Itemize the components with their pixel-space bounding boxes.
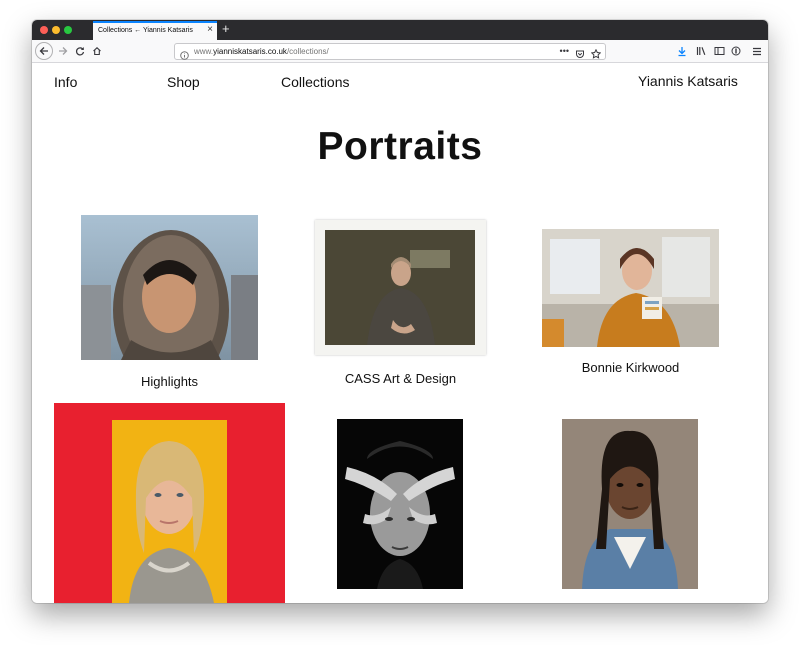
nav-link-shop[interactable]: Shop [167,74,200,90]
collection-caption-highlights[interactable]: Highlights [81,374,258,389]
close-window-button[interactable] [40,26,48,34]
back-arrow-icon[interactable] [35,42,53,60]
new-tab-icon[interactable]: + [222,22,230,36]
url-text: www.yianniskatsaris.co.uk/collections/ [194,47,329,56]
library-icon[interactable] [694,42,708,60]
maximize-window-button[interactable] [64,26,72,34]
collection-photo-highlights[interactable] [81,215,258,360]
bookmark-star-icon[interactable] [590,46,602,64]
minimize-window-button[interactable] [52,26,60,34]
collection-photo-bonnie-kirkwood[interactable] [542,229,719,347]
close-tab-icon[interactable]: × [207,25,213,35]
page-actions-icon[interactable]: ••• [560,46,569,64]
collection-caption-cass-art-design[interactable]: CASS Art & Design [315,371,486,386]
navigation-toolbar: www.yianniskatsaris.co.uk/collections/ •… [32,40,768,63]
tab-title: Collections ← Yiannis Katsaris [98,27,193,34]
forward-arrow-icon[interactable] [56,42,70,60]
url-path: /collections/ [286,47,329,56]
site-brand-link[interactable]: Yiannis Katsaris [638,73,738,89]
page-title: Portraits [317,125,483,168]
collection-caption-bonnie-kirkwood[interactable]: Bonnie Kirkwood [542,360,719,375]
url-prefix: www. [194,47,214,56]
browser-window: Collections ← Yiannis Katsaris × + www.y… [32,20,768,603]
pocket-icon[interactable] [575,46,585,64]
home-icon[interactable] [90,42,104,60]
address-bar[interactable]: www.yianniskatsaris.co.uk/collections/ •… [174,43,606,60]
nav-link-collections[interactable]: Collections [281,74,349,90]
tab-bar: Collections ← Yiannis Katsaris × + [32,20,768,40]
collection-photo-4[interactable] [54,403,285,603]
sidebar-icon[interactable] [712,42,726,60]
nav-link-info[interactable]: Info [54,74,77,90]
reload-icon[interactable] [73,42,87,60]
download-icon[interactable] [675,42,689,60]
collection-photo-cass-art-design[interactable] [315,220,486,355]
reader-icon[interactable] [729,42,743,60]
collection-photo-5[interactable] [337,419,463,589]
tab-active[interactable]: Collections ← Yiannis Katsaris × [93,21,217,40]
menu-hamburger-icon[interactable] [750,42,764,60]
web-page: Info Shop Collections Yiannis Katsaris P… [32,63,768,603]
collection-photo-6[interactable] [562,419,698,589]
url-domain: yianniskatsaris.co.uk [213,47,287,56]
